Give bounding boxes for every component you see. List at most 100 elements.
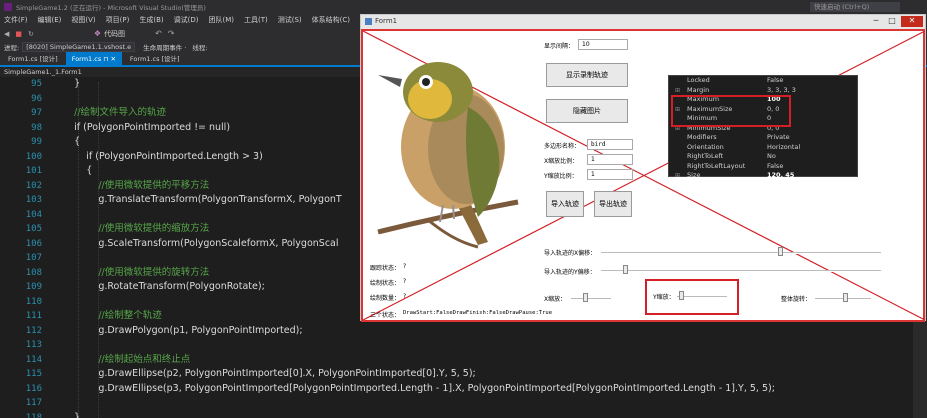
tab-form1-designer-2[interactable]: Form1.cs [设计] xyxy=(124,52,186,66)
line-number: 105 xyxy=(25,224,42,234)
polygon-name-input[interactable]: bird xyxy=(587,139,633,150)
menu-item[interactable]: 文件(F) xyxy=(4,15,28,25)
close-icon[interactable]: ✕ xyxy=(110,55,115,63)
menu-item[interactable]: 团队(M) xyxy=(208,15,234,25)
y-scale-ratio-input[interactable]: 1 xyxy=(587,169,633,180)
code-map-icon[interactable]: ❖ xyxy=(94,29,101,38)
code-line[interactable]: g.TranslateTransform(PolygonTransformX, … xyxy=(50,193,341,208)
import-x-offset-track[interactable] xyxy=(601,252,881,254)
menu-item[interactable]: 体系结构(C) xyxy=(312,15,350,25)
code-line[interactable]: g.DrawEllipse(p2, PolygonPointImported[0… xyxy=(50,367,475,382)
show-track-button[interactable]: 显示录制轨迹 xyxy=(546,63,628,87)
property-row[interactable]: RightToLeftLayout False xyxy=(669,162,857,172)
x-scale-slider-thumb[interactable] xyxy=(583,293,588,302)
back-icon[interactable]: ◀ xyxy=(4,30,9,38)
redo-icon[interactable]: ↷ xyxy=(168,29,175,38)
property-name: RightToLeft xyxy=(687,152,724,160)
import-track-button[interactable]: 导入轨迹 xyxy=(546,191,584,217)
process-select[interactable]: [8020] SimpleGame1.1.vshost.e xyxy=(22,41,136,52)
properties-panel[interactable]: Locked False ⊞ Margin 3, 3, 3, 3 Maximum 100 ⊞ M… xyxy=(668,75,858,179)
menu-item[interactable]: 编辑(E) xyxy=(38,15,62,25)
code-line[interactable]: g.RotateTransform(PolygonRotate); xyxy=(50,280,264,295)
status-value-1: ? xyxy=(403,278,407,285)
property-row[interactable]: ⊞ Size 120, 45 xyxy=(669,171,857,181)
rotate-label: 整体旋转： xyxy=(781,296,812,303)
code-line[interactable]: if (PolygonPointImported.Length > 3) xyxy=(50,150,263,165)
code-comment[interactable]: //绘制起始点和终止点 xyxy=(50,353,190,368)
pin-icon[interactable]: ⊓ xyxy=(103,55,108,63)
line-number: 118 xyxy=(25,412,42,418)
display-interval-input[interactable]: 10 xyxy=(578,39,628,50)
code-line[interactable]: } xyxy=(50,411,80,418)
line-number-gutter: 95 96 97 98 99 100 101 102 103 104 105 106 107 108 109… xyxy=(0,77,44,418)
code-line[interactable]: { xyxy=(50,164,92,179)
menu-item[interactable]: 调试(D) xyxy=(174,15,199,25)
code-line[interactable]: g.DrawEllipse(p3, PolygonPointImported[P… xyxy=(50,382,775,397)
menu-item[interactable]: 视图(V) xyxy=(71,15,95,25)
property-name: Locked xyxy=(687,76,710,84)
close-button[interactable]: ✕ xyxy=(901,16,923,27)
property-value[interactable]: No xyxy=(767,152,776,162)
property-row[interactable]: ⊞ Margin 3, 3, 3, 3 xyxy=(669,86,857,96)
property-row[interactable]: Orientation Horizontal xyxy=(669,143,857,153)
code-comment[interactable]: //使用微软提供的旋转方法 xyxy=(50,266,209,281)
vs-logo-icon xyxy=(4,2,12,11)
property-value[interactable]: Horizontal xyxy=(767,143,800,153)
property-value[interactable]: 3, 3, 3, 3 xyxy=(767,86,796,96)
maximize-button[interactable]: □ xyxy=(885,16,899,27)
line-number: 106 xyxy=(25,238,42,249)
code-comment[interactable]: //绘制文件导入的轨迹 xyxy=(50,106,166,121)
x-scale-ratio-input[interactable]: 1 xyxy=(587,154,633,165)
type-dropdown[interactable]: SimpleGame1._1.Form1 xyxy=(4,67,82,77)
expand-icon[interactable]: ⊞ xyxy=(675,171,680,181)
line-number: 101 xyxy=(25,166,42,176)
property-value[interactable]: False xyxy=(767,162,783,172)
rotate-slider-thumb[interactable] xyxy=(843,293,848,302)
import-x-offset-thumb[interactable] xyxy=(778,247,783,256)
code-line[interactable]: g.ScaleTransform(PolygonScaleformX, Poly… xyxy=(50,237,338,252)
restart-icon[interactable]: ↻ xyxy=(28,30,34,38)
lifecycle-events-button[interactable]: 生命周期事件 · xyxy=(143,42,186,52)
expand-icon[interactable]: ⊞ xyxy=(675,86,680,96)
bird-image xyxy=(377,62,519,249)
property-value[interactable]: Private xyxy=(767,133,790,143)
hide-image-button[interactable]: 隐藏图片 xyxy=(546,99,628,123)
code-line[interactable]: { xyxy=(50,135,80,150)
menu-item[interactable]: 生成(B) xyxy=(139,15,163,25)
line-number: 98 xyxy=(31,122,42,133)
tri-status-label: 三个状态： xyxy=(370,312,401,319)
property-row[interactable]: Modifiers Private xyxy=(669,133,857,143)
process-label: 进程: xyxy=(4,43,20,52)
property-value[interactable]: False xyxy=(767,76,783,86)
menu-item[interactable]: 工具(T) xyxy=(244,15,268,25)
form1-titlebar[interactable]: Form1 ─ □ ✕ xyxy=(361,15,925,29)
code-comment[interactable]: //使用微软提供的缩放方法 xyxy=(50,222,209,237)
undo-icon[interactable]: ↶ xyxy=(155,29,162,38)
minimize-button[interactable]: ─ xyxy=(869,16,883,27)
code-comment[interactable]: //使用微软提供的平移方法 xyxy=(50,179,209,194)
line-number: 112 xyxy=(25,325,42,336)
property-value[interactable]: 120, 45 xyxy=(767,171,794,181)
export-track-button[interactable]: 导出轨迹 xyxy=(594,191,632,217)
line-number: 102 xyxy=(25,180,42,191)
menu-item[interactable]: 测试(S) xyxy=(278,15,302,25)
code-line[interactable]: } xyxy=(50,77,80,92)
code-comment[interactable]: //绘制整个轨迹 xyxy=(50,309,161,324)
line-number: 111 xyxy=(25,311,42,321)
code-line[interactable]: if (PolygonPointImported != null) xyxy=(50,121,230,136)
code-map-button[interactable]: 代码图 xyxy=(104,29,125,39)
quick-launch-input[interactable]: 快速启动 (Ctrl+Q) xyxy=(810,2,900,12)
status-value-0: ? xyxy=(403,263,407,270)
line-number: 97 xyxy=(31,108,42,118)
property-row[interactable]: Locked False xyxy=(669,76,857,86)
status-label-2: 绘制数量： xyxy=(370,295,401,302)
code-line[interactable]: g.DrawPolygon(p1, PolygonPointImported); xyxy=(50,324,302,339)
menu-item[interactable]: 项目(P) xyxy=(106,15,130,25)
import-y-offset-track[interactable] xyxy=(601,270,881,272)
x-scale-slider-track[interactable] xyxy=(571,298,611,300)
tab-form1-designer[interactable]: Form1.cs [设计] xyxy=(2,52,64,66)
stop-icon[interactable]: ■ xyxy=(15,30,22,38)
property-row[interactable]: RightToLeft No xyxy=(669,152,857,162)
tab-form1-code[interactable]: Form1.cs ⊓ ✕ xyxy=(65,52,122,66)
import-y-offset-thumb[interactable] xyxy=(623,265,628,274)
